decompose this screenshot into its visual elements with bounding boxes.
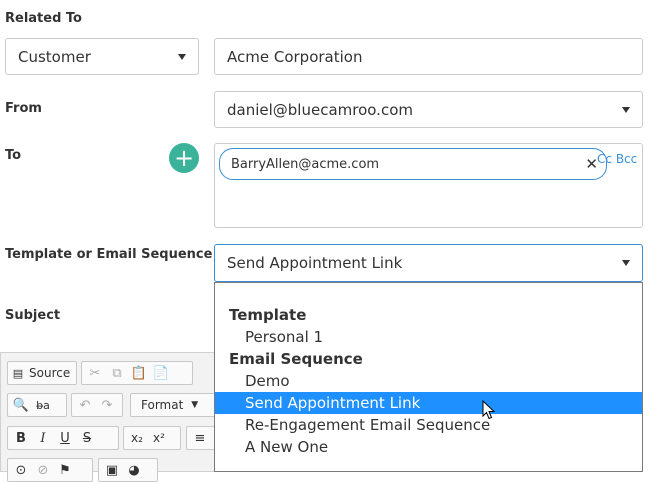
mouse-cursor-icon xyxy=(482,400,496,420)
search-icon[interactable]: 🔍 xyxy=(10,393,32,417)
dropdown-option-selected[interactable]: Send Appointment Link xyxy=(215,392,642,414)
template-select[interactable]: Send Appointment Link xyxy=(214,244,643,282)
related-type-select[interactable]: Customer xyxy=(5,38,199,75)
bold-icon[interactable]: B xyxy=(10,426,32,450)
chevron-down-icon xyxy=(622,106,630,113)
script-group: x₂ x² xyxy=(123,426,181,450)
dropdown-option[interactable]: Re-Engagement Email Sequence xyxy=(215,414,642,436)
to-field[interactable]: BarryAllen@acme.com ✕ xyxy=(214,143,643,228)
recipient-email: BarryAllen@acme.com xyxy=(231,156,380,172)
source-label: Source xyxy=(29,366,71,380)
align-group: ≡ xyxy=(186,426,216,450)
undo-group: ↶ ↷ xyxy=(71,393,123,417)
subject-label: Subject xyxy=(5,308,61,323)
dropdown-option[interactable]: Demo xyxy=(215,370,642,392)
template-dropdown: Template Personal 1 Email Sequence Demo … xyxy=(214,282,643,472)
format-select[interactable]: Format ▼ xyxy=(130,393,218,417)
chevron-down-icon xyxy=(178,53,186,60)
subscript-icon[interactable]: x₂ xyxy=(126,426,148,450)
chevron-down-icon xyxy=(622,260,630,266)
strike-icon[interactable]: S xyxy=(76,426,98,450)
format-label: Format xyxy=(141,398,184,412)
chevron-down-icon: ▼ xyxy=(191,400,199,410)
from-value: daniel@bluecamroo.com xyxy=(227,100,413,119)
link-icon[interactable]: ⊙ xyxy=(10,458,32,482)
source-icon: ▤ xyxy=(12,366,24,380)
cc-bcc-links: Cc Bcc xyxy=(597,152,637,166)
dropdown-option[interactable]: A New One xyxy=(215,436,642,458)
template-value: Send Appointment Link xyxy=(227,254,403,272)
related-name-input[interactable]: Acme Corporation xyxy=(214,38,643,75)
media-group: ⊙ ⊘ ⚑ xyxy=(7,458,93,482)
to-label: To xyxy=(5,148,22,163)
recipient-chip[interactable]: BarryAllen@acme.com ✕ xyxy=(219,148,607,180)
special-icon[interactable]: ◕ xyxy=(123,458,145,482)
cc-link[interactable]: Cc xyxy=(597,152,612,166)
source-button[interactable]: ▤ Source xyxy=(7,361,77,385)
dropdown-option[interactable]: Personal 1 xyxy=(215,326,642,348)
redo-icon[interactable]: ↷ xyxy=(96,393,118,417)
align-left-icon[interactable]: ≡ xyxy=(189,426,211,450)
dropdown-group-email-sequence: Email Sequence xyxy=(229,350,363,368)
undo-icon[interactable]: ↶ xyxy=(74,393,96,417)
replace-icon[interactable]: b̶a xyxy=(32,393,54,417)
bcc-link[interactable]: Bcc xyxy=(616,152,637,166)
unlink-icon[interactable]: ⊘ xyxy=(32,458,54,482)
copy-icon[interactable]: ⧉ xyxy=(106,361,128,385)
image-icon[interactable]: ▣ xyxy=(101,458,123,482)
italic-icon[interactable]: I xyxy=(32,426,54,450)
dropdown-group-template: Template xyxy=(229,306,307,324)
superscript-icon[interactable]: x² xyxy=(148,426,170,450)
paste-text-icon[interactable]: 📄 xyxy=(150,361,172,385)
basic-style-group: B I U S xyxy=(7,426,119,450)
template-label: Template or Email Sequence xyxy=(5,247,213,262)
related-to-label: Related To xyxy=(5,11,82,26)
add-recipient-button[interactable]: + xyxy=(169,143,199,173)
from-select[interactable]: daniel@bluecamroo.com xyxy=(214,91,643,128)
cut-icon[interactable]: ✂ xyxy=(84,361,106,385)
related-name-value: Acme Corporation xyxy=(227,47,363,66)
paste-icon[interactable]: 📋 xyxy=(128,361,150,385)
flag-icon[interactable]: ⚑ xyxy=(54,458,76,482)
related-type-value: Customer xyxy=(18,47,91,66)
insert-group: ▣ ◕ xyxy=(98,458,158,482)
clipboard-group: ✂ ⧉ 📋 📄 xyxy=(81,361,193,385)
underline-icon[interactable]: U xyxy=(54,426,76,450)
from-label: From xyxy=(5,101,42,116)
plus-icon: + xyxy=(173,144,195,172)
find-group: 🔍 b̶a xyxy=(7,393,67,417)
